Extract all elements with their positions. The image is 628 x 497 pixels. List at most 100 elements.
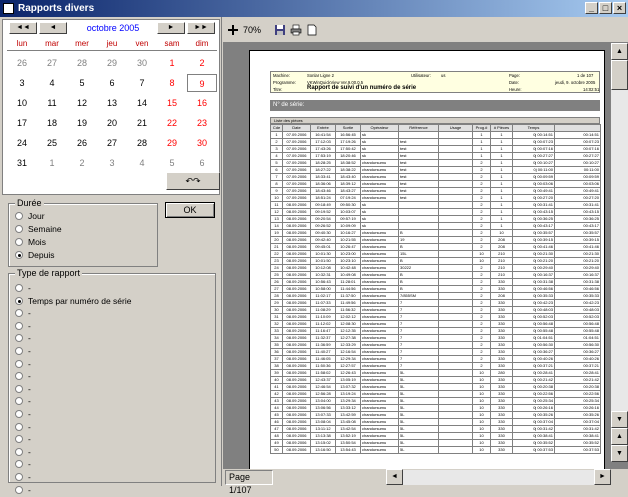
prev-month-button[interactable]: ◄ bbox=[39, 22, 67, 34]
calendar-day[interactable]: 4 bbox=[37, 74, 67, 92]
calendar-day[interactable]: 9 bbox=[187, 74, 217, 92]
table-cell: 7 bbox=[398, 341, 439, 349]
calendar-day[interactable]: 21 bbox=[127, 114, 157, 132]
radio-circle[interactable] bbox=[15, 309, 23, 318]
calendar-day[interactable]: 26 bbox=[7, 54, 37, 72]
horizontal-scrollbar[interactable]: ◄ ► bbox=[386, 469, 611, 485]
calendar-day[interactable]: 3 bbox=[97, 154, 127, 172]
radio-circle[interactable] bbox=[15, 397, 23, 406]
vertical-scrollbar[interactable]: ▲ ▼ ▲ ▼ bbox=[611, 43, 628, 462]
save-icon[interactable] bbox=[274, 24, 286, 36]
calendar-day[interactable]: 30 bbox=[127, 54, 157, 72]
next-month-button[interactable]: ► bbox=[157, 22, 185, 34]
radio-circle[interactable] bbox=[15, 347, 23, 355]
scroll-up-button[interactable]: ▲ bbox=[611, 43, 628, 60]
table-cell: 09:50:30 bbox=[335, 201, 361, 209]
print-icon[interactable] bbox=[290, 24, 302, 36]
table-cell bbox=[438, 285, 473, 293]
calendar-day[interactable]: 29 bbox=[157, 134, 187, 152]
next-year-button[interactable]: ►► bbox=[187, 22, 215, 34]
calendar-day[interactable]: 2 bbox=[187, 54, 217, 72]
calendar-day[interactable]: 27 bbox=[97, 134, 127, 152]
calendar-day[interactable]: 13 bbox=[97, 94, 127, 112]
calendar-day[interactable]: 2 bbox=[67, 154, 97, 172]
page-down-button[interactable]: ▼ bbox=[611, 445, 628, 462]
scroll-down-button[interactable]: ▼ bbox=[611, 411, 628, 428]
radio-circle[interactable] bbox=[15, 251, 23, 259]
calendar-day[interactable]: 27 bbox=[37, 54, 67, 72]
calendar-day[interactable]: 8 bbox=[157, 74, 187, 92]
radio-circle[interactable] bbox=[15, 284, 23, 292]
radio-circle[interactable] bbox=[15, 422, 23, 431]
table-cell: 1 bbox=[472, 145, 491, 153]
radio-circle[interactable] bbox=[15, 372, 23, 381]
scroll-left-button[interactable]: ◄ bbox=[386, 469, 403, 485]
calendar-day[interactable]: 16 bbox=[187, 94, 217, 112]
calendar-day[interactable]: 7 bbox=[127, 74, 157, 92]
calendar-day[interactable]: 25 bbox=[37, 134, 67, 152]
calendar-day[interactable]: 30 bbox=[187, 134, 217, 152]
scroll-thumb[interactable] bbox=[611, 60, 628, 90]
calendar-day[interactable]: 28 bbox=[127, 134, 157, 152]
calendar-day[interactable]: 14 bbox=[127, 94, 157, 112]
page-icon[interactable] bbox=[306, 24, 318, 36]
calendar-day[interactable]: 29 bbox=[97, 54, 127, 72]
calendar-day[interactable]: 31 bbox=[7, 154, 37, 172]
calendar-day[interactable]: 6 bbox=[97, 74, 127, 92]
calendar-day[interactable]: 1 bbox=[37, 154, 67, 172]
table-row: 24 08.09.2006 10:12:08 10:42:48 chandursumu 3… bbox=[270, 264, 601, 272]
minimize-button[interactable]: _ bbox=[585, 2, 598, 14]
calendar-day[interactable]: 10 bbox=[7, 94, 37, 112]
table-cell: 1 bbox=[490, 145, 513, 153]
calendar-day[interactable]: 20 bbox=[97, 114, 127, 132]
calendar-day[interactable]: 4 bbox=[127, 154, 157, 172]
radio-circle[interactable] bbox=[15, 485, 23, 494]
calendar-day[interactable]: 23 bbox=[187, 114, 217, 132]
table-cell: 08.09.2006 bbox=[282, 201, 311, 209]
radio-circle[interactable] bbox=[15, 238, 23, 246]
zoom-icon[interactable] bbox=[227, 24, 239, 36]
prev-year-button[interactable]: ◄◄ bbox=[9, 22, 37, 34]
radio-circle[interactable] bbox=[15, 447, 23, 456]
calendar-day[interactable]: 12 bbox=[67, 94, 97, 112]
table-cell: 1 bbox=[472, 152, 491, 160]
radio-circle[interactable] bbox=[15, 296, 23, 305]
table-cell: 13:13:38 bbox=[310, 432, 336, 440]
radio-circle[interactable] bbox=[15, 225, 23, 233]
radio-circle[interactable] bbox=[15, 359, 23, 368]
maximize-button[interactable]: □ bbox=[599, 2, 612, 14]
scroll-right-button[interactable]: ► bbox=[594, 469, 611, 485]
calendar-day[interactable]: 24 bbox=[7, 134, 37, 152]
calendar-day[interactable]: 17 bbox=[7, 114, 37, 132]
table-cell bbox=[438, 131, 473, 139]
radio-circle[interactable] bbox=[15, 384, 23, 393]
calendar-day[interactable]: 6 bbox=[187, 154, 217, 172]
calendar-day[interactable]: 11 bbox=[37, 94, 67, 112]
calendar-day[interactable]: 15 bbox=[157, 94, 187, 112]
calendar-day[interactable]: 5 bbox=[67, 74, 97, 92]
radio-circle[interactable] bbox=[15, 410, 23, 418]
calendar-day[interactable]: 19 bbox=[67, 114, 97, 132]
table-cell bbox=[438, 173, 473, 181]
calendar-day[interactable]: 3 bbox=[7, 74, 37, 92]
ok-button[interactable]: OK bbox=[165, 202, 215, 218]
radio-circle[interactable] bbox=[15, 460, 23, 469]
table-row: 39 08.09.2006 11:58:02 12:26:43 chandursumu 5… bbox=[270, 369, 601, 377]
close-button[interactable]: × bbox=[613, 2, 626, 14]
radio-circle[interactable] bbox=[15, 473, 23, 481]
page-up-button[interactable]: ▲ bbox=[611, 428, 628, 445]
radio-circle[interactable] bbox=[15, 435, 23, 444]
radio-circle[interactable] bbox=[15, 212, 23, 220]
radio-circle[interactable] bbox=[15, 321, 23, 330]
table-cell: 00:35:26 bbox=[554, 411, 601, 419]
calendar-day[interactable]: 26 bbox=[67, 134, 97, 152]
table-cell: 11:50:36 bbox=[310, 362, 336, 370]
today-button[interactable]: ↶↷ bbox=[166, 172, 220, 190]
calendar-day[interactable]: 22 bbox=[157, 114, 187, 132]
table-cell: 00:43:15 bbox=[554, 208, 601, 216]
calendar-day[interactable]: 1 bbox=[157, 54, 187, 72]
calendar-day[interactable]: 18 bbox=[37, 114, 67, 132]
calendar-day[interactable]: 28 bbox=[67, 54, 97, 72]
calendar-day[interactable]: 5 bbox=[157, 154, 187, 172]
radio-circle[interactable] bbox=[15, 334, 23, 343]
